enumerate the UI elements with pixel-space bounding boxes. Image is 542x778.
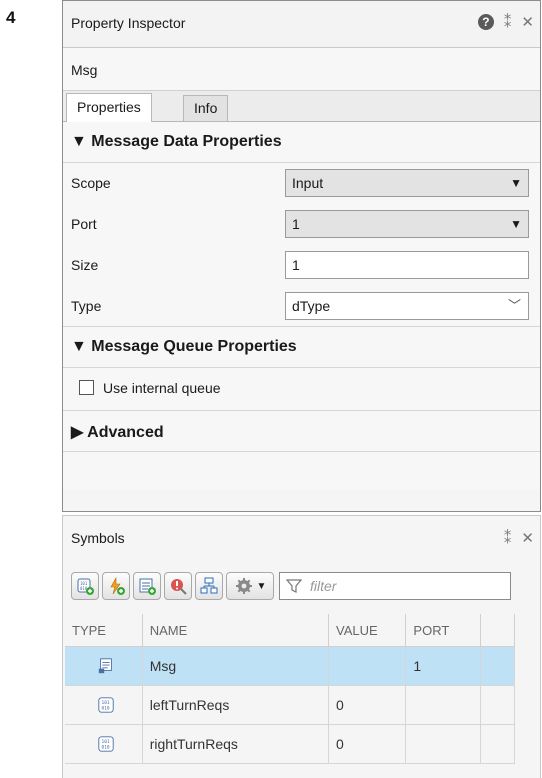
symbols-titlebar: Symbols ⁑ ✕ bbox=[63, 516, 540, 560]
type-row: Type dType ﹀ bbox=[63, 286, 540, 327]
add-event-button[interactable] bbox=[102, 572, 130, 600]
filter-box[interactable] bbox=[279, 572, 511, 600]
local-data-icon: 101 010 bbox=[98, 697, 115, 713]
filter-input[interactable] bbox=[308, 577, 492, 595]
column-header-name[interactable]: NAME bbox=[142, 614, 330, 647]
tab-info[interactable]: Info bbox=[183, 95, 229, 121]
pin-icon[interactable]: ⁑ bbox=[504, 13, 512, 31]
column-header-type[interactable]: TYPE bbox=[65, 614, 143, 647]
table-row[interactable]: 101 010 rightTurnReqs 0 bbox=[65, 724, 515, 764]
empty-area bbox=[63, 452, 540, 490]
resolve-symbols-icon bbox=[171, 579, 187, 595]
add-data-icon: 101 010 bbox=[77, 578, 94, 595]
use-internal-queue-checkbox[interactable] bbox=[79, 380, 94, 395]
help-icon[interactable]: ? bbox=[477, 14, 494, 30]
type-cell: 101 010 bbox=[65, 685, 143, 725]
add-message-button[interactable] bbox=[133, 572, 161, 600]
hierarchy-icon bbox=[200, 577, 218, 594]
size-row: Size 1 bbox=[63, 245, 540, 286]
use-internal-queue-label: Use internal queue bbox=[103, 380, 221, 396]
advanced-section-header[interactable]: ▶ Advanced bbox=[63, 411, 540, 452]
value-cell[interactable]: 0 bbox=[328, 685, 407, 725]
close-icon[interactable]: ✕ bbox=[521, 529, 534, 547]
svg-text:010: 010 bbox=[102, 745, 110, 751]
filter-icon bbox=[286, 579, 302, 593]
port-cell[interactable] bbox=[405, 724, 482, 764]
table-header-row: TYPE NAME VALUE PORT bbox=[65, 614, 515, 647]
panel-title: Property Inspector bbox=[71, 15, 186, 31]
empty-cell bbox=[480, 646, 515, 686]
empty-cell bbox=[480, 724, 515, 764]
svg-text:101: 101 bbox=[102, 739, 110, 745]
symbols-panel: Symbols ⁑ ✕ 101 010 ▼ filter TYPE NAME V… bbox=[62, 515, 541, 778]
symbols-toolbar: 101 010 ▼ filter bbox=[71, 570, 511, 602]
column-header-empty bbox=[480, 614, 515, 647]
table-row[interactable]: 101 010 leftTurnReqs 0 bbox=[65, 685, 515, 725]
type-combobox[interactable]: dType ﹀ bbox=[285, 292, 529, 320]
pin-icon[interactable]: ⁑ bbox=[504, 529, 512, 547]
name-cell[interactable]: leftTurnReqs bbox=[142, 685, 330, 725]
close-icon[interactable]: ✕ bbox=[521, 13, 534, 31]
scope-row: Scope Input ▼ bbox=[63, 163, 540, 204]
name-cell[interactable]: Msg bbox=[142, 646, 330, 686]
value-cell[interactable] bbox=[328, 646, 407, 686]
column-header-value[interactable]: VALUE bbox=[328, 614, 407, 647]
scope-dropdown[interactable]: Input ▼ bbox=[285, 169, 529, 197]
type-cell bbox=[65, 646, 143, 686]
tab-properties[interactable]: Properties bbox=[66, 93, 152, 122]
caret-down-icon: ▼ bbox=[510, 176, 522, 190]
resolve-undefined-button[interactable] bbox=[164, 572, 192, 600]
section-title: ▼ Message Data Properties bbox=[71, 133, 282, 150]
port-dropdown[interactable]: 1 ▼ bbox=[285, 210, 529, 238]
step-number: 4 bbox=[6, 8, 16, 27]
property-inspector-panel: Property Inspector ? ⁑ ✕ Msg Properties … bbox=[62, 0, 541, 512]
svg-text:101: 101 bbox=[102, 700, 110, 706]
settings-dropdown-button[interactable]: ▼ bbox=[226, 572, 274, 600]
column-header-port[interactable]: PORT bbox=[405, 614, 482, 647]
scope-value: Input bbox=[292, 175, 324, 191]
scope-label: Scope bbox=[71, 175, 111, 191]
add-event-icon bbox=[110, 576, 125, 595]
section-title: ▼ Message Queue Properties bbox=[71, 338, 297, 355]
gear-icon bbox=[235, 578, 252, 594]
local-data-icon: 101 010 bbox=[98, 736, 115, 752]
empty-cell bbox=[480, 685, 515, 725]
caret-down-icon: ▼ bbox=[256, 580, 267, 592]
message-icon bbox=[99, 658, 113, 674]
panel-title: Symbols bbox=[71, 530, 125, 546]
tab-bar: Properties Info bbox=[63, 91, 540, 122]
caret-down-icon: ▼ bbox=[510, 217, 522, 231]
message-data-section-header[interactable]: ▼ Message Data Properties bbox=[63, 122, 540, 163]
size-value: 1 bbox=[292, 257, 300, 273]
section-title: ▶ Advanced bbox=[71, 424, 164, 441]
size-label: Size bbox=[71, 257, 99, 273]
table-row[interactable]: Msg 1 bbox=[65, 646, 515, 686]
type-value: dType bbox=[292, 298, 331, 314]
property-inspector-titlebar: Property Inspector ? ⁑ ✕ bbox=[63, 1, 540, 48]
object-name: Msg bbox=[71, 62, 98, 78]
symbols-table: TYPE NAME VALUE PORT Msg 1 101 010 leftT… bbox=[65, 614, 515, 764]
message-queue-section-header[interactable]: ▼ Message Queue Properties bbox=[63, 327, 540, 368]
add-message-icon bbox=[139, 578, 156, 595]
svg-text:010: 010 bbox=[102, 706, 110, 712]
show-hierarchy-button[interactable] bbox=[195, 572, 223, 600]
size-input[interactable]: 1 bbox=[285, 251, 529, 279]
chevron-down-icon: ﹀ bbox=[507, 298, 521, 313]
name-cell[interactable]: rightTurnReqs bbox=[142, 724, 330, 764]
type-label: Type bbox=[71, 298, 102, 314]
port-label: Port bbox=[71, 216, 97, 232]
object-name-bar: Msg bbox=[63, 48, 540, 91]
port-cell[interactable]: 1 bbox=[405, 646, 482, 686]
port-cell[interactable] bbox=[405, 685, 482, 725]
add-data-button[interactable]: 101 010 bbox=[71, 572, 99, 600]
port-value: 1 bbox=[292, 216, 300, 232]
value-cell[interactable]: 0 bbox=[328, 724, 407, 764]
port-row: Port 1 ▼ bbox=[63, 204, 540, 245]
use-internal-queue-row: Use internal queue bbox=[63, 368, 540, 411]
type-cell: 101 010 bbox=[65, 724, 143, 764]
